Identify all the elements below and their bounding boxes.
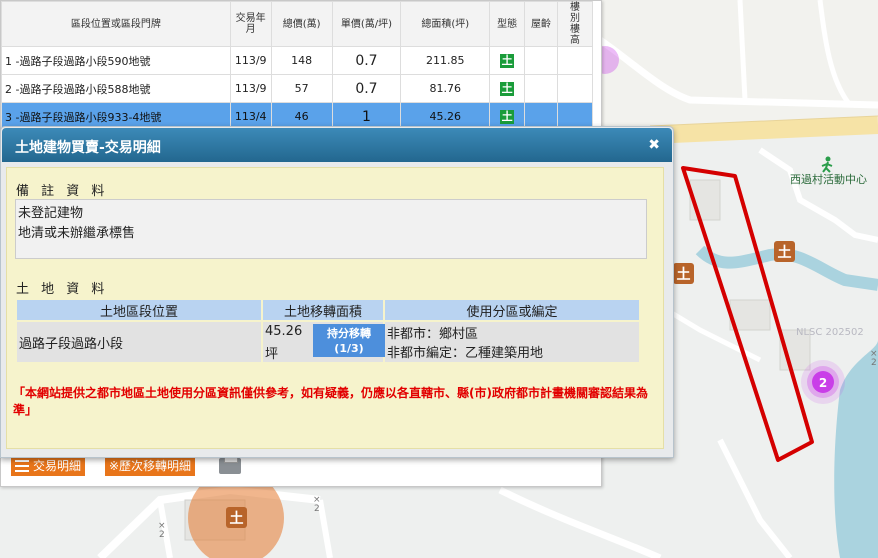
land-marker-icon[interactable]: 土	[774, 241, 795, 262]
transaction-detail-dialog: 土地建物買賣-交易明細 ✖ 備 註 資 料 未登記建物 地清或未辦繼承標售 土 …	[0, 126, 674, 458]
transaction-detail-button[interactable]: 交易明細	[11, 456, 86, 476]
land-row: 過路子段過路小段 45.26 坪 持分移轉 (1/3) 非都市：鄉村區 非都市編…	[15, 320, 641, 364]
remarks-line: 地清或未辦繼承標售	[18, 226, 136, 241]
cluster-count: 2	[819, 376, 827, 390]
disclaimer-text: 「本網站提供之都市地區土地使用分區資訊僅供參考，如有疑義，仍應以各直轄市、縣(市…	[13, 386, 648, 417]
col-unit[interactable]: 單價(萬/坪)	[331, 1, 402, 47]
land-col-zoning: 使用分區或編定	[383, 298, 641, 322]
dialog-body: 備 註 資 料 未登記建物 地清或未辦繼承標售 土 地 資 料 土地區段位置 土…	[6, 167, 664, 449]
land-heading: 土 地 資 料	[16, 282, 109, 297]
dialog-header[interactable]: 土地建物買賣-交易明細 ✖	[2, 128, 672, 162]
zoning-line: 非都市編定：乙種建築用地	[387, 346, 544, 361]
col-address[interactable]: 區段位置或區段門牌	[1, 1, 231, 47]
results-table: 區段位置或區段門牌 交易年月 總價(萬) 單價(萬/坪) 總面積(坪) 型態 屋…	[1, 1, 593, 131]
remarks-line: 未登記建物	[18, 206, 84, 221]
results-toolbar: 交易明細 ※歷次移轉明細	[11, 455, 581, 478]
land-marker-icon[interactable]: 土	[226, 507, 247, 528]
table-row[interactable]: 2 -過路子段過路小段588地號 113/9 57 0.7 81.76 土	[1, 74, 593, 103]
transfer-history-button[interactable]: ※歷次移轉明細	[105, 456, 196, 476]
table-row[interactable]: 1 -過路子段過路小段590地號 113/9 148 0.7 211.85 土	[1, 46, 593, 75]
zoning-line: 非都市：鄉村區	[387, 327, 479, 342]
list-icon	[15, 460, 29, 472]
road-mark: 2	[314, 504, 320, 514]
svg-text:土: 土	[230, 510, 244, 527]
close-icon[interactable]: ✖	[648, 137, 660, 153]
map-watermark: NLSC 202502	[796, 327, 864, 338]
land-location: 過路子段過路小段	[15, 320, 263, 364]
col-date[interactable]: 交易年月	[229, 1, 272, 47]
land-type-icon: 土	[500, 109, 515, 124]
col-total[interactable]: 總價(萬)	[270, 1, 333, 47]
place-label: 西過村活動中心	[790, 172, 867, 186]
share-transfer-button[interactable]: 持分移轉 (1/3)	[313, 324, 385, 357]
svg-text:土: 土	[677, 266, 691, 283]
col-age[interactable]: 屋齡	[524, 1, 558, 47]
land-table: 土地區段位置 土地移轉面積 使用分區或編定 過路子段過路小段 45.26 坪 持…	[15, 298, 641, 364]
land-col-location: 土地區段位置	[15, 298, 263, 322]
svg-text:土: 土	[778, 244, 792, 261]
land-type-icon: 土	[500, 81, 515, 96]
road-mark: 2	[159, 530, 165, 540]
remarks-box: 未登記建物 地清或未辦繼承標售	[15, 199, 647, 259]
land-area-value: 45.26	[265, 324, 303, 339]
land-area-unit: 坪	[265, 347, 279, 362]
land-marker-icon[interactable]: 土	[673, 263, 694, 284]
printer-icon[interactable]	[219, 455, 241, 474]
land-type-icon: 土	[500, 53, 515, 68]
road-mark: 2	[871, 358, 877, 368]
col-type[interactable]: 型態	[489, 1, 526, 47]
col-area[interactable]: 總面積(坪)	[400, 1, 491, 47]
col-floor[interactable]: 樓別樓高	[557, 1, 593, 47]
remarks-heading: 備 註 資 料	[16, 184, 109, 199]
land-col-area: 土地移轉面積	[261, 298, 385, 322]
dialog-title: 土地建物買賣-交易明細	[15, 140, 161, 156]
